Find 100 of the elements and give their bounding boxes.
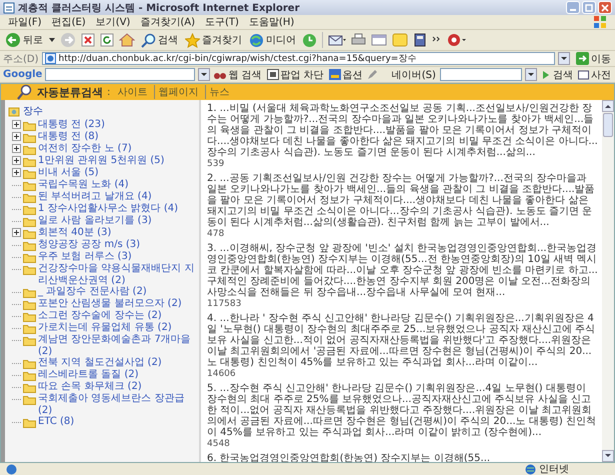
folder-icon bbox=[23, 417, 36, 428]
folder-search-icon bbox=[8, 105, 20, 117]
folder-icon bbox=[23, 287, 36, 298]
refresh-icon[interactable] bbox=[100, 33, 114, 47]
folder-icon bbox=[23, 335, 36, 346]
tree-root[interactable]: 장수 bbox=[23, 104, 43, 118]
mail-icon[interactable] bbox=[328, 33, 346, 47]
header-link[interactable]: 뉴스 bbox=[205, 85, 232, 99]
expand-icon[interactable] bbox=[12, 168, 21, 177]
menu-item[interactable]: 즐겨찾기(A) bbox=[140, 15, 195, 29]
menu-item[interactable]: 도움말(H) bbox=[248, 15, 294, 29]
folder-icon bbox=[23, 180, 36, 191]
history-icon[interactable] bbox=[302, 32, 317, 48]
go-button[interactable]: 이동 bbox=[575, 52, 612, 66]
stop-icon[interactable] bbox=[81, 33, 95, 47]
menu-item[interactable]: 편집(E) bbox=[52, 15, 86, 29]
folder-icon bbox=[23, 120, 36, 131]
tree-item[interactable]: 레스베라트롤 돌질 (2) bbox=[38, 369, 139, 380]
naver-menu-button[interactable]: 네이버(S) bbox=[390, 68, 437, 82]
tree-item[interactable]: ETC (8) bbox=[38, 416, 74, 428]
expand-icon[interactable] bbox=[12, 156, 21, 165]
tree-item[interactable]: 가로치는데 유물업체 유통 (2) bbox=[38, 322, 172, 334]
tree-item[interactable]: 따요 손목 화무체크 (2) bbox=[38, 381, 142, 392]
dropdown-arrow-icon[interactable] bbox=[49, 37, 55, 43]
header-link[interactable]: 사이트 bbox=[114, 85, 150, 99]
expand-icon[interactable] bbox=[12, 144, 21, 153]
folder-icon bbox=[23, 323, 36, 334]
web-search-button[interactable]: 웹 검색 bbox=[213, 68, 263, 82]
result-snippet: 3. ...이경해씨, 장수군청 앞 광장에 '빈소' 설치 한국농업경영인중앙연합회...한국농업경영인중앙연합회(한농연) 장수지부는 이경해(55...전 한농연중앙회장)의 10일 새벽 멕시코 칸쿤에서 할복자살함에 따라...이날 오후 장수군청 앞 광장에 빈소를 마련키로 하고...구체적인 장례준비에 들어갔다....한농연 장수지부 회원 200명은 이날 오전...전화장의 사망소식을 전해들은 뒤 장수읍내...장수읍내 사무실에 모여 현재... bbox=[207, 243, 598, 298]
folder-icon bbox=[23, 370, 36, 381]
tree-item[interactable]: 포본안 산림생물 불러모으자 (2) bbox=[38, 298, 182, 310]
result-snippet: 4. ...한나라 ' 장수현 주식 신고안해' 한나라당 김문수() 기획위원장은...기획위원장은 4일 '노무현() 대통령이 장수현의 최대주주로 25...보유했었으나 공직자 재산신고에 주식보유 사실을 신고한...적이 없어 공직자재산등록법을 위반했다'고 주장했다....위원장은 이날 최고위원회의에서 '공금된 자료에...따르면 장수현은 형님(건평씨)이 주식의 20...노 대통령) 친인척이 45%를 보유하고 있는 주식과업 회사...라며 이같이... bbox=[207, 313, 596, 368]
tree-item[interactable]: 1 장수사업활사무소 밝혔다 (4) bbox=[38, 203, 178, 214]
back-button[interactable]: 뒤로 bbox=[4, 32, 44, 48]
expand-icon[interactable] bbox=[12, 120, 21, 129]
result-snippet: 5. ...장수현 주식 신고안해' 한나라당 김문수() 기획위원장은...4일 노무현() 대통령이 장수현의 최대 주주로 25%를 보유했었으나...공직자재산신고에 주식보유 사실을 신고한 적이...없어 공직자 재산등록법을 위반했다고 주장했다....위원장은 이날 최고위원회의에서 공금된 자료에...따르면 장수현은 형님(건평씨)이 주식의 20...노 대통령) 친인척이 45%를 보유하고 있는 주식과업 회사...라며 이같이 밝히고 (장수현에)... bbox=[207, 383, 597, 438]
windows-flag-icon bbox=[593, 15, 607, 29]
tree-item[interactable]: _ 과일장수 전문사람 (2) bbox=[38, 286, 147, 298]
tree-item[interactable]: 된 부석버려고 날개요 (4) bbox=[38, 191, 152, 202]
menu-item[interactable]: 보기(V) bbox=[96, 15, 130, 29]
header-link[interactable]: 웹페이지 bbox=[154, 85, 202, 99]
tree-item[interactable]: 대통령 전 (8) bbox=[38, 131, 99, 142]
folder-icon bbox=[23, 252, 36, 263]
tree-item[interactable]: 회본적 40분 (3) bbox=[38, 227, 112, 238]
media-button[interactable]: 미디어 bbox=[248, 32, 297, 48]
tree-item[interactable]: 우주 보험 러루스 (3) bbox=[38, 251, 132, 262]
tree-item[interactable]: 국회제출아 영동세브란스 장관급 (2) bbox=[38, 393, 196, 416]
header-separator: : bbox=[107, 86, 110, 98]
page-icon bbox=[6, 464, 17, 474]
google-logo: Google bbox=[3, 69, 42, 80]
tree-item[interactable]: 1만위원 관위원 5천위원 (5) bbox=[38, 155, 164, 166]
expand-icon[interactable] bbox=[12, 228, 21, 237]
favorites-button[interactable]: 즐겨찾기 bbox=[184, 32, 243, 48]
options-button[interactable]: 옵션 bbox=[328, 68, 364, 82]
printer-icon[interactable] bbox=[351, 33, 366, 47]
globe-icon bbox=[525, 464, 536, 474]
home-icon[interactable] bbox=[119, 33, 135, 47]
header-title: 자동분류검색 bbox=[37, 84, 103, 100]
popup-block-button[interactable]: 팝업 차단 bbox=[266, 68, 325, 82]
expand-icon[interactable] bbox=[12, 132, 21, 141]
folder-icon bbox=[23, 299, 36, 310]
tree-item[interactable]: 일로 사람 올라보기를 (3) bbox=[38, 215, 152, 226]
menu-item[interactable]: 도구(T) bbox=[205, 15, 239, 29]
tree-item[interactable]: 건강장수마을 약용식물재배단지 지리산백운산권역 (2) bbox=[38, 263, 196, 286]
google-search-field[interactable] bbox=[45, 68, 196, 81]
scroll-up-icon[interactable] bbox=[602, 100, 614, 112]
menu-item[interactable]: 파일(F) bbox=[8, 15, 42, 29]
result-count: 478 bbox=[207, 229, 224, 239]
folder-icon bbox=[23, 132, 36, 143]
search-button[interactable]: 검색 bbox=[140, 32, 179, 48]
tree-item[interactable]: 소그런 장수술에 장수는 (2) bbox=[38, 310, 162, 322]
tree-item[interactable]: 국립수목원 노화 (4) bbox=[38, 179, 129, 190]
tree-item[interactable]: 대통령 전 (23) bbox=[38, 119, 105, 130]
folder-icon bbox=[23, 168, 36, 179]
tree-item[interactable]: 비내 서울 (5) bbox=[38, 167, 99, 178]
dictionary-button[interactable]: 사전 bbox=[577, 68, 612, 82]
scroll-down-icon[interactable] bbox=[602, 450, 614, 462]
scrollbar[interactable] bbox=[602, 100, 614, 462]
tree-item[interactable]: 여전히 장수한 노 (7) bbox=[38, 143, 132, 154]
result-count: 14606 bbox=[207, 369, 236, 379]
address-field[interactable]: http://duan.chonbuk.ac.kr/cgi-bin/cgiwrap/wish/ctest.cgi?hana=15&query=장수 bbox=[42, 52, 555, 65]
naver-search-field[interactable] bbox=[440, 68, 522, 81]
tree-item[interactable]: 전북 지역 철도건설사업 (2) bbox=[38, 357, 162, 368]
naver-search-button[interactable]: 검색 bbox=[540, 68, 574, 82]
folder-icon bbox=[23, 382, 36, 393]
search-icon bbox=[141, 32, 156, 48]
status-zone: 인터넷 bbox=[539, 463, 569, 475]
window-icon[interactable] bbox=[371, 33, 387, 47]
close-icon bbox=[601, 4, 609, 12]
tree-item[interactable]: 청양공장 공장 m/s (3) bbox=[38, 239, 140, 250]
close-button[interactable] bbox=[598, 1, 612, 14]
scrollbar-thumb[interactable] bbox=[603, 113, 613, 137]
dropdown-button-icon[interactable] bbox=[198, 68, 210, 81]
result-count: 4548 bbox=[207, 439, 230, 449]
result-count: 539 bbox=[207, 159, 224, 169]
dropdown-button-icon[interactable] bbox=[558, 52, 570, 65]
dropdown-button-icon[interactable] bbox=[525, 68, 537, 81]
folder-icon bbox=[23, 264, 36, 275]
tree-item[interactable]: 계남면 장안문화예술촌과 7개마을 (2) bbox=[38, 334, 196, 357]
page-icon bbox=[44, 53, 56, 64]
